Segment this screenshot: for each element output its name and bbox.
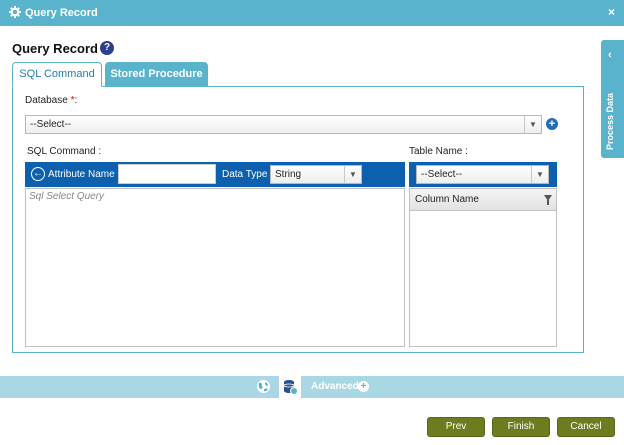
chevron-down-icon: ▼	[344, 166, 361, 183]
chevron-down-icon: ▼	[531, 166, 548, 183]
sql-query-input[interactable]	[25, 188, 405, 347]
window-title: Query Record	[25, 7, 98, 19]
chevron-left-icon: ‹	[608, 49, 612, 61]
prev-button[interactable]: Prev	[427, 417, 485, 437]
advanced-label[interactable]: Advanced	[311, 381, 359, 392]
cancel-button[interactable]: Cancel	[557, 417, 615, 437]
globe-icon[interactable]	[256, 379, 271, 394]
table-name-select-value: --Select--	[421, 169, 463, 180]
add-database-icon[interactable]: +	[546, 118, 558, 130]
column-grid: Column Name	[409, 188, 557, 347]
finish-button[interactable]: Finish	[492, 417, 550, 437]
column-name-header-label: Column Name	[415, 194, 479, 205]
page-title: Query Record	[12, 41, 98, 56]
table-name-label: Table Name :	[409, 146, 468, 157]
sql-toolbar: ← Attribute Name Data Type String ▼	[25, 162, 405, 187]
database-icon-svg	[283, 380, 298, 395]
sql-command-label: SQL Command :	[27, 146, 102, 157]
process-data-tab[interactable]: ‹ Process Data	[601, 40, 624, 158]
title-bar: Query Record ×	[0, 0, 624, 26]
filter-icon[interactable]	[544, 195, 552, 205]
data-type-select-value: String	[275, 169, 302, 180]
advanced-plus-icon[interactable]: +	[358, 381, 369, 392]
tab-stored-procedure[interactable]: Stored Procedure	[105, 62, 208, 87]
database-select[interactable]: --Select-- ▼	[25, 115, 542, 134]
chevron-down-icon: ▼	[524, 116, 541, 133]
database-select-value: --Select--	[30, 119, 72, 130]
column-name-header[interactable]: Column Name	[410, 189, 556, 211]
close-icon[interactable]: ×	[608, 5, 615, 19]
gear-icon	[9, 6, 21, 18]
tab-sql-command[interactable]: SQL Command	[12, 62, 102, 87]
process-data-label: Process Data	[605, 92, 615, 150]
data-type-select[interactable]: String ▼	[270, 165, 362, 184]
arrow-left-icon[interactable]: ←	[31, 167, 45, 181]
database-icon[interactable]	[279, 376, 301, 398]
database-label: Database *:	[25, 95, 78, 106]
bottom-bar: Advanced +	[0, 376, 624, 398]
attribute-name-label: Attribute Name	[48, 169, 115, 180]
help-icon[interactable]: ?	[100, 41, 114, 55]
table-toolbar: --Select-- ▼	[409, 162, 557, 187]
attribute-name-input[interactable]	[118, 164, 216, 184]
table-name-select[interactable]: --Select-- ▼	[416, 165, 549, 184]
data-type-label: Data Type	[222, 169, 268, 180]
